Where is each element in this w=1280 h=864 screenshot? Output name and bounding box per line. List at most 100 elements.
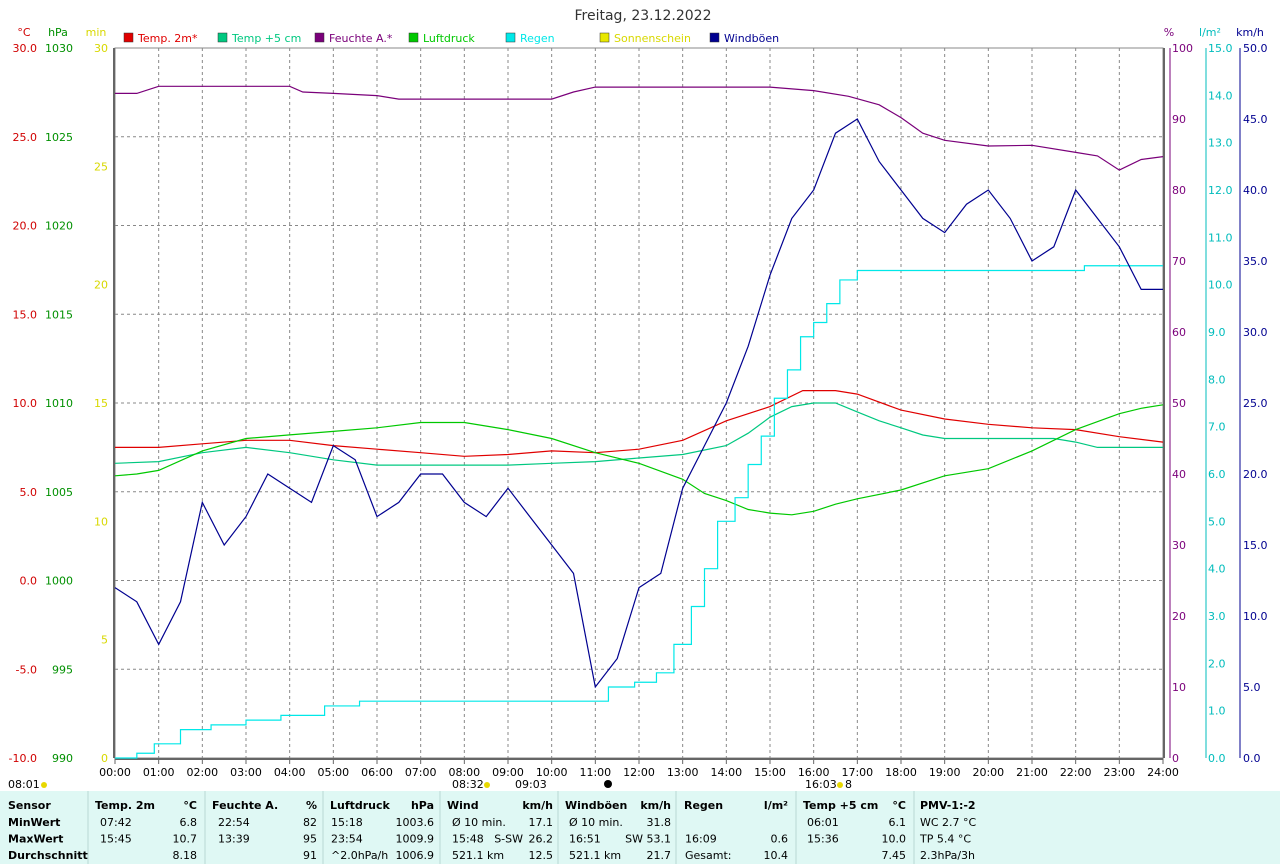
summary-feuchte-time: 22:54: [218, 816, 250, 829]
summary-temp2m-value: 6.8: [180, 816, 198, 829]
summary-wind-time: Ø 10 min.: [452, 816, 506, 829]
humidity-axis-tick-label: 50: [1172, 397, 1186, 410]
sun-icon: [484, 782, 490, 788]
rain-axis-tick-label: 2.0: [1208, 657, 1226, 670]
legend-swatch: [314, 32, 325, 43]
rain-axis-tick-label: 15.0: [1208, 42, 1233, 55]
summary-wind-value: 17.1: [529, 816, 554, 829]
summary-header-temp2m-unit: °C: [183, 799, 197, 812]
summary-header-regen-unit: l/m²: [764, 799, 788, 812]
summary-row-label: Durchschnitt: [8, 849, 88, 862]
summary-windboen-time: 16:51: [569, 833, 601, 846]
summary-pmv-value: WC 2.7 °C: [920, 816, 977, 829]
summary-header-temp5: Temp +5 cm: [803, 799, 878, 812]
time-tick-label: 06:00: [361, 766, 393, 779]
summary-windboen-value: 31.8: [647, 816, 672, 829]
legend-swatch: [709, 32, 720, 43]
humidity-axis-tick-label: 30: [1172, 539, 1186, 552]
pressure-axis-tick-label: 1005: [45, 486, 73, 499]
summary-header-windboen-unit: km/h: [640, 799, 671, 812]
summary-header-luftdruck-unit: hPa: [411, 799, 434, 812]
summary-temp5-time: 06:01: [807, 816, 839, 829]
weather-chart: Freitag, 23.12.2022 Temp. 2m* Temp +5 cm F…: [8, 8, 1268, 791]
temp-axis-tick-label: 10.0: [13, 397, 38, 410]
temp-axis-tick-label: 0.0: [20, 575, 38, 588]
temp-axis-tick-label: 5.0: [20, 486, 38, 499]
humidity-axis-tick-label: 0: [1172, 752, 1179, 765]
summary-windboen-value: 21.7: [647, 849, 672, 862]
wind-axis-tick-label: 35.0: [1243, 255, 1268, 268]
legend-label: Luftdruck: [423, 32, 475, 45]
summary-row-label: MinWert: [8, 816, 60, 829]
summary-temp2m-time: 07:42: [100, 816, 132, 829]
legend-label: Temp +5 cm: [231, 32, 301, 45]
summary-temp5-value: 7.45: [882, 849, 907, 862]
sunset2-label: 8: [845, 778, 852, 791]
summary-header-temp5-unit: °C: [892, 799, 906, 812]
temp-axis-tick-label: 30.0: [13, 42, 38, 55]
summary-header-windboen: Windböen: [565, 799, 627, 812]
humidity-unit-label: %: [1164, 26, 1174, 39]
legend: Temp. 2m* Temp +5 cm Feuchte A.* Luftdruck R…: [123, 32, 779, 45]
sunrise2-label: 09:03: [515, 778, 547, 791]
sun-axis-tick-label: 10: [94, 515, 108, 528]
pressure-unit-label: hPa: [48, 26, 68, 39]
rain-axis-tick-label: 3.0: [1208, 610, 1226, 623]
legend-swatch: [408, 32, 419, 43]
summary-wind-direction: S-SW: [494, 833, 523, 846]
pressure-axis-tick-label: 990: [52, 752, 73, 765]
summary-feuchte-value: 91: [303, 849, 317, 862]
summary-wind-time: 15:48: [452, 833, 484, 846]
summary-regen-value: 10.4: [764, 849, 789, 862]
temp-axis-tick-label: 20.0: [13, 220, 38, 233]
pressure-axis-tick-label: 1025: [45, 131, 73, 144]
time-tick-label: 01:00: [143, 766, 175, 779]
time-tick-label: 05:00: [317, 766, 349, 779]
rain-axis-tick-label: 1.0: [1208, 705, 1226, 718]
summary-luftdruck-value: 1009.9: [396, 833, 435, 846]
time-tick-label: 14:00: [710, 766, 742, 779]
temp-axis-tick-label: 15.0: [13, 308, 38, 321]
pressure-axis-tick-label: 1015: [45, 308, 73, 321]
noon-icon: [604, 780, 612, 788]
summary-temp2m-value: 8.18: [173, 849, 198, 862]
summary-wind-value: 12.5: [529, 849, 554, 862]
rain-axis-tick-label: 13.0: [1208, 137, 1233, 150]
sun-icon: [837, 782, 843, 788]
summary-pmv-value: 2.3hPa/3h: [920, 849, 975, 862]
summary-luftdruck-time: 15:18: [331, 816, 363, 829]
time-tick-label: 22:00: [1060, 766, 1092, 779]
wind-axis-tick-label: 30.0: [1243, 326, 1268, 339]
pressure-axis-tick-label: 1000: [45, 575, 73, 588]
temp-axis-tick-label: -5.0: [16, 663, 37, 676]
sun-markers: 08:01 08:32 09:03 16:03 8: [8, 778, 852, 791]
sun-axis-tick-label: 25: [94, 160, 108, 173]
sun-axis-tick-label: 15: [94, 397, 108, 410]
summary-row-label: MaxWert: [8, 833, 63, 846]
sunrise-label: 08:32: [452, 778, 484, 791]
rain-axis-tick-label: 10.0: [1208, 279, 1233, 292]
rain-axis-tick-label: 9.0: [1208, 326, 1226, 339]
wind-axis-tick-label: 15.0: [1243, 539, 1268, 552]
time-tick-label: 19:00: [929, 766, 961, 779]
time-tick-label: 23:00: [1103, 766, 1135, 779]
summary-windboen-value: 53.1: [647, 833, 672, 846]
sun-icon: [41, 782, 47, 788]
time-tick-label: 04:00: [274, 766, 306, 779]
summary-temp5-value: 6.1: [889, 816, 907, 829]
rain-axis-tick-label: 7.0: [1208, 421, 1226, 434]
summary-header-wind-unit: km/h: [522, 799, 553, 812]
time-tick-label: 21:00: [1016, 766, 1048, 779]
temp-unit-label: °C: [17, 26, 31, 39]
wind-axis-tick-label: 20.0: [1243, 468, 1268, 481]
humidity-axis-tick-label: 80: [1172, 184, 1186, 197]
wind-axis-tick-label: 10.0: [1243, 610, 1268, 623]
sun-unit-label: min: [86, 26, 107, 39]
humidity-axis-tick-label: 10: [1172, 681, 1186, 694]
time-tick-label: 20:00: [972, 766, 1004, 779]
summary-header-luftdruck: Luftdruck: [330, 799, 391, 812]
wind-axis-tick-label: 45.0: [1243, 113, 1268, 126]
summary-table: Sensor Temp. 2m °C Feuchte A.% Luftdruck hPa W…: [0, 791, 1280, 864]
chart-title: Freitag, 23.12.2022: [575, 8, 712, 24]
rain-axis-tick-label: 14.0: [1208, 89, 1233, 102]
